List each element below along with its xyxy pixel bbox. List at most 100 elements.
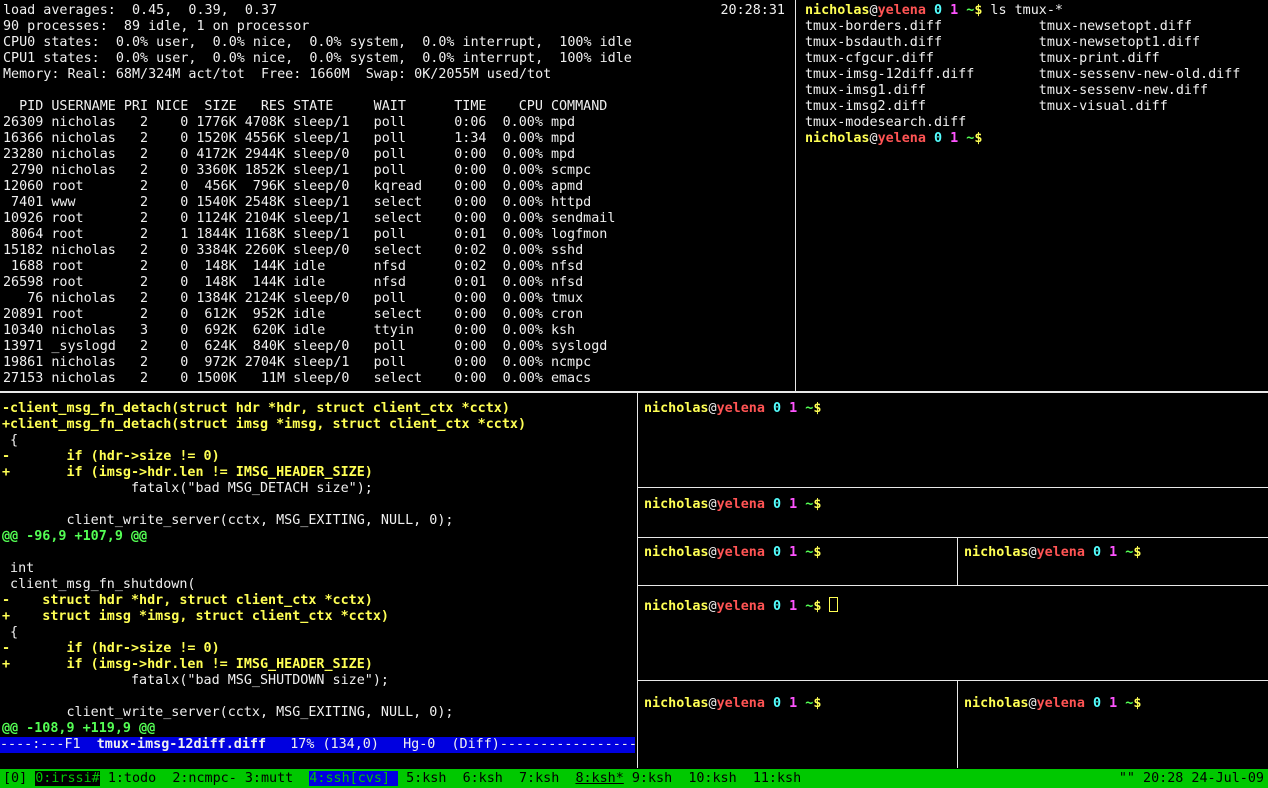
text-segment: 1 [789, 497, 797, 512]
process-table-header: PIDUSERNAMEPRINICESIZERESSTATEWAITTIMECP… [3, 99, 795, 115]
process-row: 19861nicholas20972K2704Ksleep/1poll0:000… [3, 355, 795, 371]
shell-prompt-line: nicholas@yelena 0 1 ~$ [964, 545, 1268, 561]
process-row: 13971_syslogd20624K840Ksleep/0poll0:000.… [3, 339, 795, 355]
text-segment: @ [870, 131, 878, 146]
cell: 2104K [245, 211, 285, 227]
process-row: 8064root211844K1168Ksleep/1poll0:010.00%… [3, 227, 795, 243]
text-segment: $ [813, 599, 821, 614]
top-process-count: 90 processes: 89 idle, 1 on processor [3, 19, 795, 35]
cell: 0 [156, 323, 188, 339]
column-header: PRI [124, 99, 148, 115]
cell: 10340 [3, 323, 43, 339]
text-segment [781, 696, 789, 711]
cell: 3 [124, 323, 148, 339]
file-name: tmux-newsetopt.diff [1039, 19, 1192, 34]
cell: 0.00% [503, 243, 543, 259]
cell: poll [374, 131, 422, 147]
pane-shell-1[interactable]: nicholas@yelena 0 1 ~$ [638, 393, 1268, 487]
text-segment: nicholas [964, 545, 1029, 560]
cell: 0.00% [503, 323, 543, 339]
text-segment: 0 [773, 497, 781, 512]
column-header: USERNAME [51, 99, 115, 115]
text-segment: 0 [773, 401, 781, 416]
cell: 2 [124, 275, 148, 291]
cell: 2 [124, 131, 148, 147]
status-window-item[interactable]: 3:mutt [245, 771, 301, 786]
diff-line: + if (imsg->hdr.len != IMSG_HEADER_SIZE) [2, 465, 637, 481]
status-window-item[interactable]: 6:ksh [463, 771, 511, 786]
cell: tmux [551, 291, 583, 307]
column-header: NICE [156, 99, 188, 115]
file-row: tmux-borders.difftmux-newsetopt.diff [805, 19, 1268, 35]
diff-line: @@ -96,9 +107,9 @@ [2, 529, 637, 545]
text-segment: yelena [878, 3, 926, 18]
pane-top-processes[interactable]: load averages: 0.45, 0.39, 0.37 90 proce… [0, 0, 795, 391]
status-window-item[interactable]: 1:todo [108, 771, 164, 786]
pane-shell-7[interactable]: nicholas@yelena 0 1 ~$ [958, 681, 1268, 768]
pane-shell-6[interactable]: nicholas@yelena 0 1 ~$ [638, 681, 957, 768]
cell: 2 [124, 355, 148, 371]
cell: select [374, 195, 422, 211]
status-window-item[interactable]: 4:ssh[cvs] [309, 771, 398, 786]
cell: idle [293, 323, 349, 339]
file-row: tmux-imsg-12diff.difftmux-sessenv-new-ol… [805, 67, 1268, 83]
diff-line: { [2, 433, 637, 449]
tmux-status-bar: [0] 0:irssi# 1:todo 2:ncmpc- 3:mutt 4:ss… [0, 769, 1268, 788]
cell: 4556K [245, 131, 285, 147]
cell: 12060 [3, 179, 43, 195]
cell: 148K [196, 259, 236, 275]
text-segment [1101, 696, 1109, 711]
text-segment: $ [813, 545, 821, 560]
status-window-item[interactable]: 8:ksh* [575, 771, 623, 786]
text-segment: nicholas [644, 696, 709, 711]
diff-line: int [2, 561, 637, 577]
shell-prompt-line: nicholas@yelena 0 1 ~$ [964, 696, 1268, 712]
cell: nicholas [51, 291, 115, 307]
pane-shell-4[interactable]: nicholas@yelena 0 1 ~$ [958, 538, 1268, 585]
blank-line [3, 83, 795, 99]
cell: poll [374, 339, 422, 355]
diff-line: client_write_server(cctx, MSG_EXITING, N… [2, 705, 637, 721]
text-segment: @ [709, 696, 717, 711]
status-window-item[interactable]: 5:ksh [406, 771, 454, 786]
status-window-item[interactable]: 2:ncmpc- [172, 771, 237, 786]
cell: 2124K [245, 291, 285, 307]
cell: 0 [156, 355, 188, 371]
top-cpu0-states: CPU0 states: 0.0% user, 0.0% nice, 0.0% … [3, 35, 795, 51]
cell: mpd [551, 131, 575, 147]
text-segment [765, 696, 773, 711]
file-name: tmux-print.diff [1039, 51, 1160, 66]
cell: httpd [551, 195, 591, 211]
cell: 0:00 [454, 163, 486, 179]
column-header: TIME [454, 99, 486, 115]
pane-shell-3[interactable]: nicholas@yelena 0 1 ~$ [638, 538, 957, 585]
pane-shell-ls[interactable]: nicholas@yelena 0 1 ~$ ls tmux-* tmux-bo… [796, 0, 1268, 391]
pane-shell-2[interactable]: nicholas@yelena 0 1 ~$ [638, 489, 1268, 537]
cell: 0 [156, 131, 188, 147]
column-header: PID [3, 99, 43, 115]
cell: 148K [196, 275, 236, 291]
pane-divider-horizontal-1[interactable] [638, 487, 1268, 488]
process-row: 27153nicholas201500K11Msleep/0select0:00… [3, 371, 795, 387]
pane-emacs-diff[interactable]: -client_msg_fn_detach(struct hdr *hdr, s… [0, 393, 637, 768]
status-window-item[interactable]: 10:ksh [688, 771, 744, 786]
cell: 0.00% [503, 131, 543, 147]
status-window-item[interactable]: 7:ksh [519, 771, 567, 786]
process-row: 76nicholas201384K2124Ksleep/0poll0:000.0… [3, 291, 795, 307]
cell: 0:06 [454, 115, 486, 131]
text-segment: nicholas [644, 599, 709, 614]
file-name: tmux-borders.diff [805, 19, 1039, 35]
column-header: SIZE [196, 99, 236, 115]
cell: 624K [196, 339, 236, 355]
window-list: 0:irssi# 1:todo 2:ncmpc- 3:mutt 4:ssh[cv… [35, 771, 809, 786]
text-segment: yelena [717, 497, 765, 512]
status-window-item[interactable]: 9:ksh [632, 771, 680, 786]
pane-shell-active[interactable]: nicholas@yelena 0 1 ~$ [638, 586, 1268, 680]
status-window-item[interactable]: 11:ksh [753, 771, 809, 786]
top-clock: 20:28:31 [721, 3, 786, 19]
status-window-item[interactable]: 0:irssi# [35, 771, 100, 786]
diff-line: fatalx("bad MSG_SHUTDOWN size"); [2, 673, 637, 689]
text-segment: 1 [950, 131, 958, 146]
cell: 2 [124, 163, 148, 179]
file-listing: tmux-borders.difftmux-newsetopt.difftmux… [805, 19, 1268, 131]
